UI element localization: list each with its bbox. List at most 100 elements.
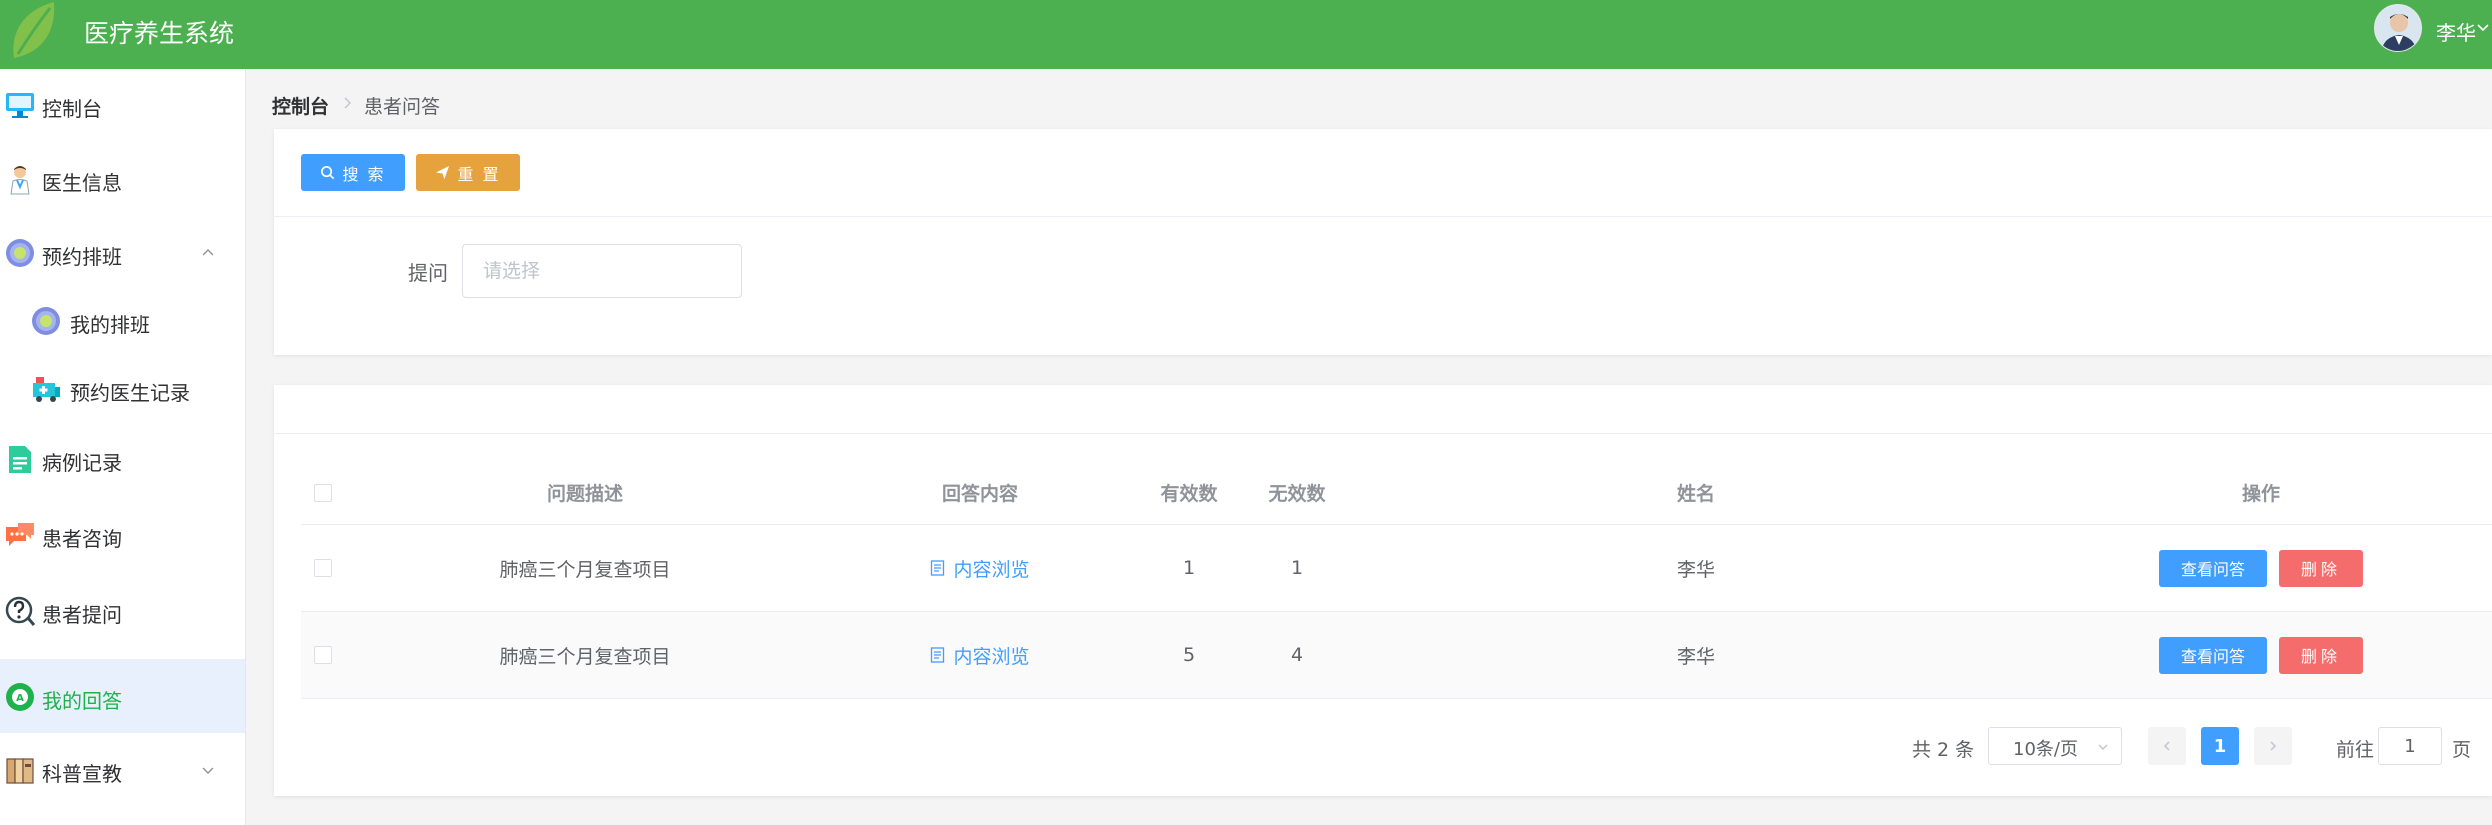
reset-button-label: 重 置 <box>457 164 501 184</box>
question-cell: 肺癌三个月复查项目 <box>499 558 671 581</box>
sidebar-item-my-schedule[interactable]: 我的排班 <box>0 285 245 357</box>
invalid-count-cell: 1 <box>1290 557 1304 579</box>
pagination: 共 2 条 10条/页 1 前往 页 <box>274 727 2492 767</box>
page-number-button[interactable]: 1 <box>2201 727 2239 765</box>
chevron-right-icon <box>2270 741 2277 751</box>
user-name[interactable]: 李华 <box>2436 17 2476 46</box>
valid-count-cell: 1 <box>1182 557 1196 579</box>
chevron-down-icon[interactable] <box>2476 21 2490 35</box>
goto-label: 前往 <box>2336 739 2375 761</box>
search-panel: 搜 索 重 置 提问 <box>274 129 2492 355</box>
ambulance-icon <box>33 377 60 402</box>
books-icon <box>6 758 34 784</box>
row-checkbox[interactable] <box>314 646 332 664</box>
column-header-answer[interactable]: 回答内容 <box>825 461 1135 524</box>
row-select-cell <box>301 525 345 611</box>
page-unit-label: 页 <box>2452 739 2472 761</box>
delete-button[interactable]: 删除 <box>2279 549 2364 587</box>
select-all-checkbox[interactable] <box>314 483 332 502</box>
reset-button[interactable]: 重 置 <box>416 154 520 191</box>
breadcrumb-home[interactable]: 控制台 <box>272 92 329 119</box>
search-button[interactable]: 搜 索 <box>301 154 405 191</box>
chat-icon <box>6 523 34 546</box>
table-panel: 问题描述 回答内容 有效数 无效数 姓名 操作 肺癌三个月复查项目 内容浏览 1… <box>274 385 2492 796</box>
page-size-select[interactable]: 10条/页 <box>1988 727 2122 765</box>
sidebar-item-label: 我的排班 <box>70 313 150 337</box>
avatar-icon <box>2375 5 2421 51</box>
answer-cell: 内容浏览 <box>825 612 1135 698</box>
sidebar-item-label: 患者提问 <box>42 603 122 627</box>
delete-button[interactable]: 删除 <box>2279 636 2364 674</box>
next-page-button[interactable] <box>2254 727 2292 765</box>
question-select-input[interactable] <box>462 244 742 298</box>
search-button-label: 搜 索 <box>342 164 386 184</box>
view-qa-button[interactable]: 查看问答 <box>2158 549 2267 587</box>
sidebar-item-label: 预约排班 <box>42 245 122 269</box>
select-all-cell <box>301 461 345 524</box>
document-icon <box>931 560 945 576</box>
chevron-right-icon <box>344 97 351 109</box>
sidebar-item-appointment-schedule[interactable]: 预约排班 <box>0 217 245 289</box>
breadcrumb-current: 患者问答 <box>364 96 441 118</box>
column-header-invalid[interactable]: 无效数 <box>1243 461 1351 524</box>
sidebar-item-label: 患者咨询 <box>42 527 122 551</box>
view-content-link[interactable]: 内容浏览 <box>930 642 1030 669</box>
valid-count-cell: 5 <box>1182 644 1196 666</box>
send-icon <box>436 165 450 180</box>
table-row: 肺癌三个月复查项目 内容浏览 5 4 李华 查看问答 删除 <box>301 612 2492 699</box>
sidebar-item-patient-consult[interactable]: 患者咨询 <box>0 499 245 571</box>
actions-cell: 查看问答 删除 <box>2041 612 2481 698</box>
answer-icon: A <box>6 683 34 711</box>
table-header-row: 问题描述 回答内容 有效数 无效数 姓名 操作 <box>301 461 2492 525</box>
flower-icon <box>6 239 34 267</box>
search-icon <box>321 166 335 180</box>
chevron-up-icon <box>202 249 214 256</box>
name-cell: 李华 <box>1676 645 1715 668</box>
doctor-icon <box>10 166 30 195</box>
sidebar-item-case-records[interactable]: 病例记录 <box>0 423 245 495</box>
view-content-link[interactable]: 内容浏览 <box>930 555 1030 582</box>
monitor-icon <box>6 93 34 118</box>
document-icon <box>931 647 945 663</box>
sidebar-item-label: 科普宣教 <box>42 762 122 786</box>
sidebar-item-health-education[interactable]: 科普宣教 <box>0 734 245 806</box>
question-cell: 肺癌三个月复查项目 <box>499 645 671 668</box>
sidebar-item-dashboard[interactable]: 控制台 <box>0 69 245 141</box>
leaf-logo-icon <box>13 2 55 58</box>
sidebar-item-patient-questions[interactable]: 患者提问 <box>0 575 245 647</box>
pagination-total: 共 2 条 <box>1912 739 1975 761</box>
question-icon <box>5 596 36 626</box>
column-header-actions: 操作 <box>2241 483 2280 505</box>
chevron-down-icon <box>2098 744 2108 750</box>
question-field-label: 提问 <box>408 261 448 285</box>
actions-cell: 查看问答 删除 <box>2041 525 2481 611</box>
sidebar-item-doctor-info[interactable]: 医生信息 <box>0 143 245 215</box>
sidebar-item-label: 预约医生记录 <box>70 381 190 405</box>
page-size-value: 10条/页 <box>2013 739 2078 760</box>
column-header-name[interactable]: 姓名 <box>1351 461 2041 524</box>
prev-page-button[interactable] <box>2148 727 2186 765</box>
top-header: 医疗养生系统 李华 <box>0 0 2492 69</box>
app-title: 医疗养生系统 <box>84 19 235 48</box>
svg-text:A: A <box>16 693 24 704</box>
user-avatar[interactable] <box>2374 4 2422 52</box>
answer-cell: 内容浏览 <box>825 525 1135 611</box>
document-icon <box>9 446 31 473</box>
divider <box>274 216 2492 217</box>
sidebar-item-appointment-records[interactable]: 预约医生记录 <box>0 353 245 425</box>
row-checkbox[interactable] <box>314 559 332 577</box>
view-content-label: 内容浏览 <box>953 558 1030 581</box>
column-header-question[interactable]: 问题描述 <box>345 461 825 524</box>
invalid-count-cell: 4 <box>1290 644 1304 666</box>
sidebar: 控制台 医生信息 预约排班 我的排班 预约医生记录 病例记录 患者咨询 患者提问… <box>0 69 246 825</box>
chevron-down-icon <box>202 767 214 774</box>
view-qa-button[interactable]: 查看问答 <box>2158 636 2267 674</box>
chevron-left-icon <box>2163 741 2170 751</box>
sidebar-item-label: 我的回答 <box>42 689 122 713</box>
goto-page-input[interactable] <box>2378 727 2442 765</box>
sidebar-item-label: 病例记录 <box>42 451 122 475</box>
sidebar-item-my-answers[interactable]: A 我的回答 <box>0 659 245 733</box>
column-header-valid[interactable]: 有效数 <box>1135 461 1243 524</box>
sidebar-item-label: 控制台 <box>42 97 102 121</box>
name-cell: 李华 <box>1676 558 1715 581</box>
